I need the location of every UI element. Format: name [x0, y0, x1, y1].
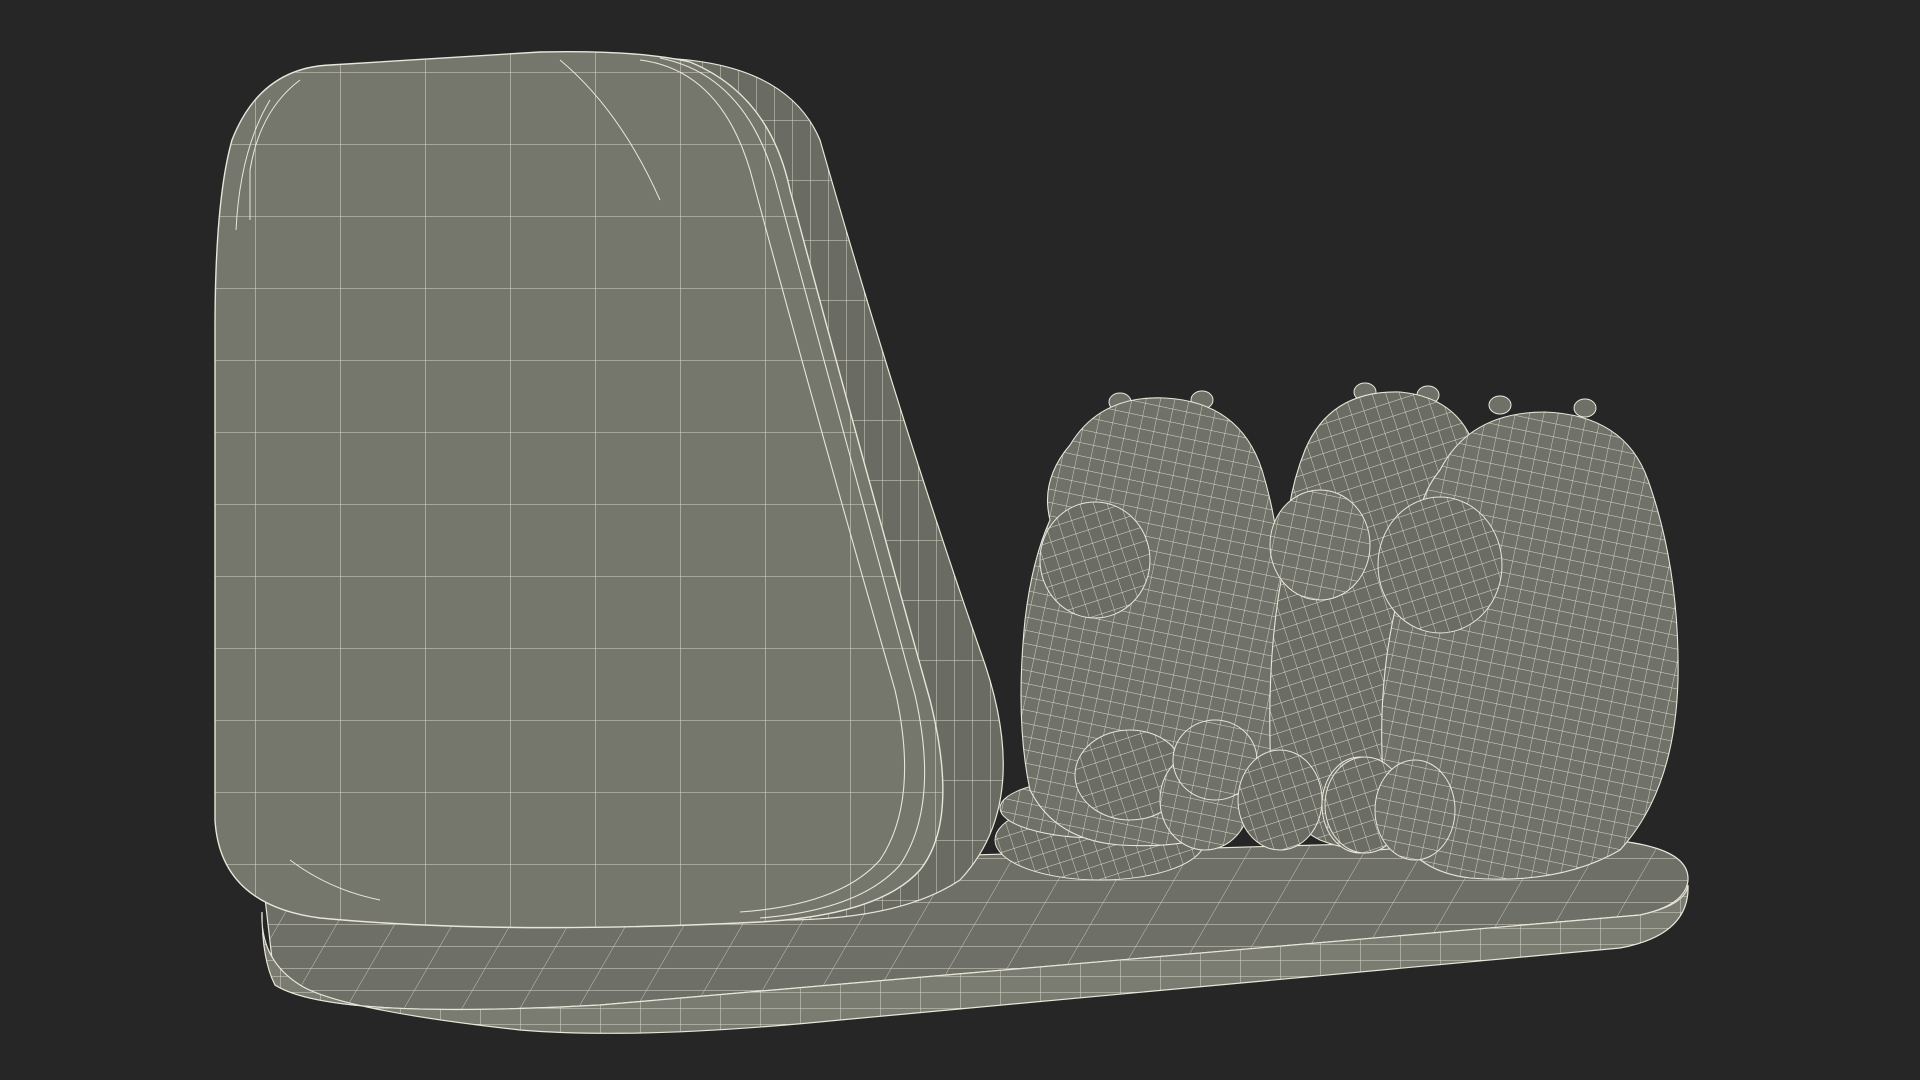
- render-viewport: [0, 0, 1920, 1080]
- wireframe-render: [214, 51, 1689, 1034]
- phone-stand-back: [214, 51, 1004, 929]
